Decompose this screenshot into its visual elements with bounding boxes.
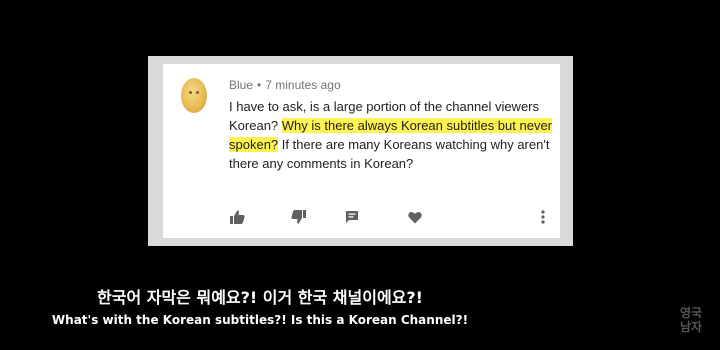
subtitle-block: 한국어 자막은 뭐예요?! 이거 한국 채널이에요?! What's with … xyxy=(0,287,520,329)
video-frame: Blue • 7 minutes ago I have to ask, is a l… xyxy=(0,0,720,350)
reply-icon[interactable] xyxy=(344,209,360,225)
comment-actions xyxy=(229,209,549,225)
comment-card: Blue • 7 minutes ago I have to ask, is a l… xyxy=(163,64,560,238)
english-subtitle: What's with the Korean subtitles?! Is th… xyxy=(51,313,469,327)
thumbs-down-icon[interactable] xyxy=(290,209,306,225)
korean-subtitle: 한국어 자막은 뭐예요?! 이거 한국 채널이에요?! xyxy=(97,288,423,307)
comment-timestamp[interactable]: 7 minutes ago xyxy=(265,78,340,92)
channel-watermark: 영국 남자 xyxy=(676,306,706,334)
avatar[interactable] xyxy=(181,78,207,113)
meta-separator: • xyxy=(257,78,262,92)
heart-icon[interactable] xyxy=(407,209,423,225)
comment-text-end: If there are many Koreans watching why a… xyxy=(229,137,550,171)
watermark-line-1: 영국 xyxy=(679,306,703,320)
comment-meta: Blue • 7 minutes ago xyxy=(229,78,341,92)
watermark-line-2: 남자 xyxy=(679,320,703,334)
thumbs-up-icon[interactable] xyxy=(229,209,245,225)
more-vert-icon[interactable] xyxy=(535,209,551,225)
author-name[interactable]: Blue xyxy=(229,78,253,92)
comment-text: I have to ask, is a large portion of the… xyxy=(229,97,554,173)
